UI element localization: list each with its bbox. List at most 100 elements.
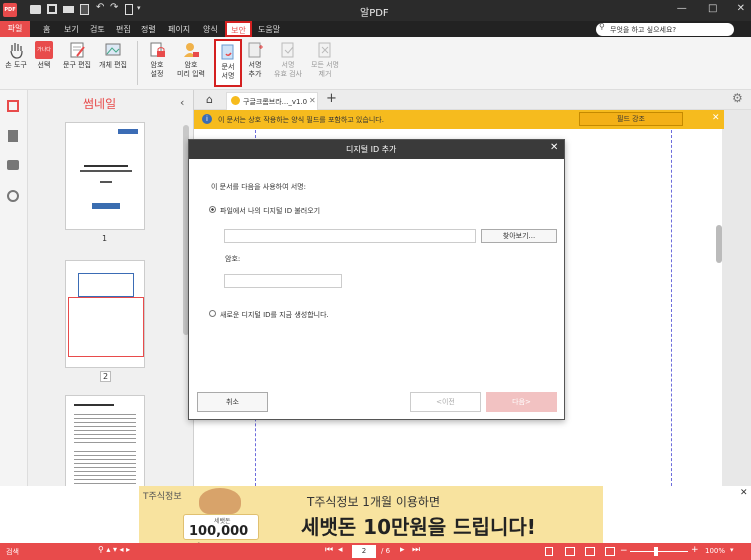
dialog-close-icon[interactable]: ✕ xyxy=(550,142,558,153)
browse-button[interactable]: 찾아보기... xyxy=(481,229,557,243)
tab-close-icon[interactable]: ✕ xyxy=(309,96,316,105)
zoom-menu-icon[interactable]: ▾ xyxy=(730,546,734,554)
status-tools-icon[interactable]: ⚲ ▴ ▾ ◂ ▸ xyxy=(98,545,130,554)
sign-check-button[interactable]: 서명 유효 검사 xyxy=(270,41,306,79)
previous-button[interactable]: <이전 xyxy=(410,392,481,412)
select-badge: 가나다 xyxy=(35,41,53,59)
search-panel-icon[interactable] xyxy=(7,190,19,202)
close-icon[interactable]: ✕ xyxy=(737,3,745,14)
next-page-icon[interactable]: ▸ xyxy=(400,545,405,555)
password-preview-button[interactable]: 암호 미리 입력 xyxy=(173,41,209,79)
sign-add-button[interactable]: 서명 추가 xyxy=(241,41,269,79)
password-set-label-2: 설정 xyxy=(150,70,164,78)
form-notice-bar: i 이 문서는 상호 작용하는 양식 필드를 포함하고 있습니다. 필드 강조 … xyxy=(194,110,724,129)
thumb-author-line xyxy=(100,181,112,183)
hand-tool-button[interactable]: 손 도구 xyxy=(2,41,30,70)
thumbnail-page-2[interactable] xyxy=(65,260,145,368)
text-edit-label: 문구 편집 xyxy=(63,61,91,69)
document-tab[interactable]: 구글크롬브라..._v1.0 ✕ xyxy=(226,92,318,110)
sign-document-icon xyxy=(221,44,234,60)
fit-width-icon[interactable] xyxy=(585,547,595,556)
single-page-icon[interactable] xyxy=(545,547,553,556)
thumb-text-block xyxy=(74,404,114,406)
print-icon[interactable] xyxy=(63,6,74,13)
digital-id-path-input[interactable] xyxy=(224,229,476,243)
select-button[interactable]: 가나다 선택 xyxy=(30,41,58,70)
folder-icon[interactable] xyxy=(30,5,41,14)
two-page-icon[interactable] xyxy=(565,547,575,556)
notice-close-icon[interactable]: ✕ xyxy=(712,113,720,123)
first-page-icon[interactable]: ⏮ xyxy=(325,545,333,555)
home-icon[interactable]: ⌂ xyxy=(206,93,213,106)
comment-icon[interactable] xyxy=(7,160,19,170)
radio-load-file[interactable] xyxy=(209,206,216,213)
document-icon[interactable] xyxy=(80,4,89,15)
text-edit-button[interactable]: 문구 편집 xyxy=(60,41,94,70)
last-page-icon[interactable]: ⏭ xyxy=(412,545,420,555)
radio-create-new-label[interactable]: 새로운 디지털 ID를 지금 생성합니다. xyxy=(220,310,329,320)
undo-icon[interactable]: ↶ xyxy=(96,2,104,13)
status-search-label[interactable]: 검색 xyxy=(6,547,19,557)
digital-id-dialog: 디지털 ID 추가 ✕ 이 문서를 다음을 사용하여 서명: 파일에서 나의 디… xyxy=(188,139,565,420)
thumb-selection-box xyxy=(68,297,144,357)
lock-icon xyxy=(150,42,165,57)
sign-remove-all-button[interactable]: 모든 서명 제거 xyxy=(306,41,344,79)
page-number-input[interactable]: 2 xyxy=(352,545,376,558)
new-tab-icon[interactable]: + xyxy=(326,91,337,106)
menu-view[interactable]: 보기 xyxy=(64,24,79,35)
document-tab-label: 구글크롬브라..._v1.0 xyxy=(243,98,308,106)
save-icon[interactable] xyxy=(47,4,57,14)
zoom-slider[interactable] xyxy=(630,547,688,556)
menu-form[interactable]: 양식 xyxy=(203,24,218,35)
collapse-panel-icon[interactable]: ‹ xyxy=(180,96,184,109)
sign-remove-all-label-2: 제거 xyxy=(318,70,332,78)
vertical-scrollbar[interactable] xyxy=(716,225,722,263)
sign-check-icon xyxy=(281,42,294,58)
thumbnail-page-1[interactable] xyxy=(65,122,145,230)
menu-help[interactable]: 도움말 xyxy=(258,24,280,35)
quick-menu-icon[interactable]: ▾ xyxy=(137,4,141,12)
menu-security[interactable]: 보안 xyxy=(225,21,252,37)
highlight-fields-button[interactable]: 필드 강조 xyxy=(579,112,683,126)
ribbon: 손 도구 가나다 선택 문구 편집 개체 편집 암호 설정 암호 미리 입력 문… xyxy=(0,37,751,90)
thumbnails-icon[interactable] xyxy=(7,100,19,112)
zoom-level[interactable]: 100% xyxy=(705,547,725,555)
radio-load-file-label[interactable]: 파일에서 나의 디지털 ID 불러오기 xyxy=(220,206,320,216)
radio-create-new[interactable] xyxy=(209,310,216,317)
thumb-org-logo xyxy=(92,203,120,209)
zoom-slider-handle[interactable] xyxy=(654,547,658,556)
doc-sign-button[interactable]: 문서 서명 xyxy=(214,39,242,87)
page-icon[interactable] xyxy=(125,4,133,15)
maximize-icon[interactable]: □ xyxy=(708,3,717,14)
object-edit-icon xyxy=(105,43,121,56)
fit-page-icon[interactable] xyxy=(605,547,615,556)
zoom-out-icon[interactable]: − xyxy=(620,546,628,556)
menu-arrange[interactable]: 정렬 xyxy=(141,24,156,35)
user-lock-icon xyxy=(184,43,199,57)
ad-bar: T주식정보 세뱃돈 100,000원 T주식정보 1개월 이용하면 세뱃돈 10… xyxy=(0,486,751,558)
window-title: 알PDF xyxy=(360,8,389,19)
pdf-warning-icon xyxy=(231,96,240,105)
form-notice-text: 이 문서는 상호 작용하는 양식 필드를 포함하고 있습니다. xyxy=(218,116,384,124)
thumb-table xyxy=(78,273,134,297)
menu-page[interactable]: 페이지 xyxy=(168,24,190,35)
menu-edit[interactable]: 편집 xyxy=(116,24,131,35)
minimize-icon[interactable]: — xyxy=(677,3,687,14)
menu-home[interactable]: 홈 xyxy=(43,24,50,35)
search-box[interactable]: ⚲ 무엇을 하고 싶으세요? xyxy=(596,22,734,36)
cancel-button[interactable]: 취소 xyxy=(197,392,268,412)
ad-banner[interactable]: T주식정보 세뱃돈 100,000원 T주식정보 1개월 이용하면 세뱃돈 10… xyxy=(139,486,603,558)
zoom-in-icon[interactable]: + xyxy=(691,545,699,555)
ad-close-icon[interactable]: ✕ xyxy=(740,488,748,498)
menu-file[interactable]: 파일 xyxy=(0,21,30,37)
sign-check-label-1: 서명 xyxy=(281,61,295,69)
password-field[interactable] xyxy=(224,274,342,288)
next-button[interactable]: 다음> xyxy=(486,392,557,412)
prev-page-icon[interactable]: ◂ xyxy=(338,545,343,555)
bookmark-icon[interactable] xyxy=(8,130,18,142)
menu-review[interactable]: 검토 xyxy=(90,24,105,35)
redo-icon[interactable]: ↷ xyxy=(110,2,118,13)
settings-icon[interactable]: ⚙ xyxy=(732,91,743,105)
object-edit-button[interactable]: 개체 편집 xyxy=(96,41,130,70)
password-set-button[interactable]: 암호 설정 xyxy=(143,41,171,79)
